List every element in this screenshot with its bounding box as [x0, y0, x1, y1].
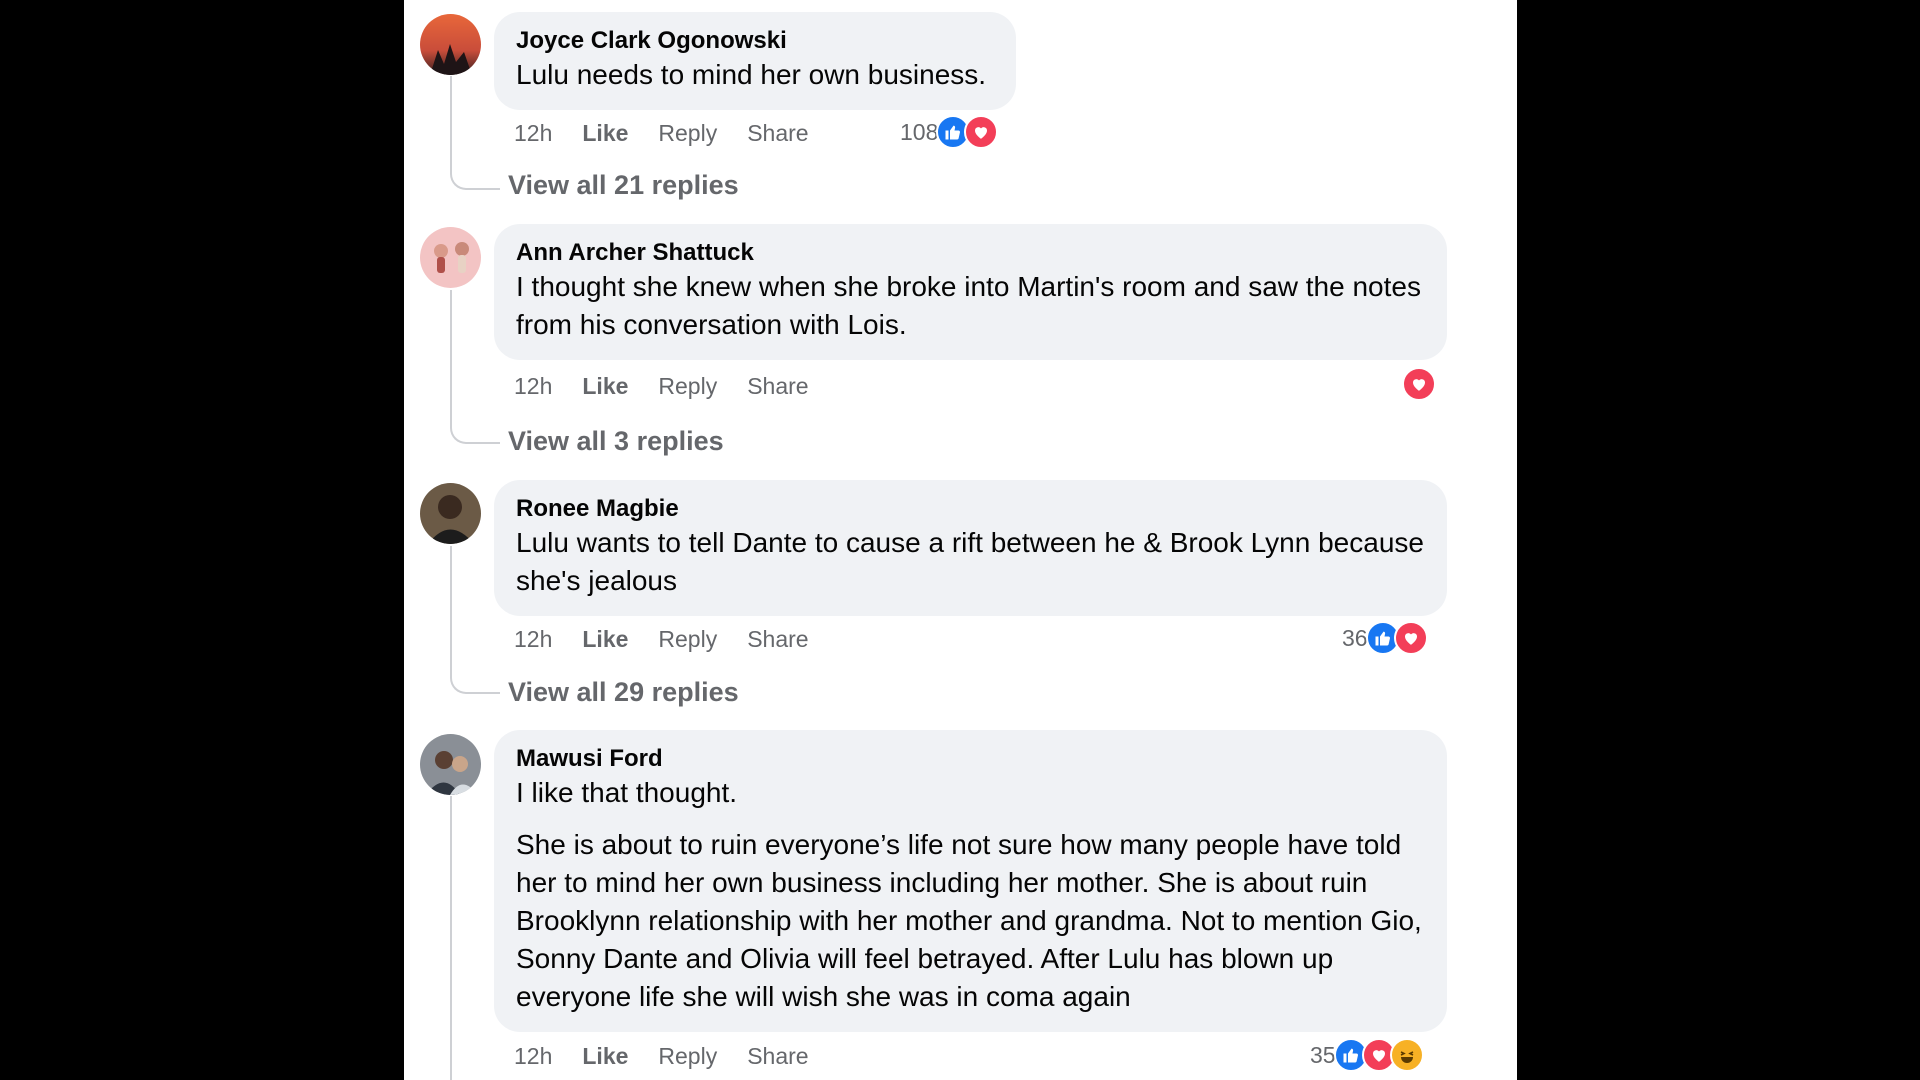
share-button[interactable]: Share: [747, 373, 808, 400]
thread-line: [450, 546, 452, 656]
like-button[interactable]: Like: [582, 373, 628, 400]
comment-bubble: Ronee Magbie Lulu wants to tell Dante to…: [494, 480, 1447, 616]
view-replies-link[interactable]: View all 29 replies: [508, 675, 739, 709]
reaction-summary[interactable]: 108: [900, 114, 999, 150]
love-icon: [1402, 367, 1436, 401]
comment-author[interactable]: Joyce Clark Ogonowski: [516, 26, 994, 56]
reaction-summary[interactable]: 36: [1342, 620, 1428, 656]
comment-bubble: Ann Archer Shattuck I thought she knew w…: [494, 224, 1447, 360]
love-icon: [1393, 621, 1428, 655]
comment-actions: 12h Like Reply Share: [514, 622, 839, 656]
thread-connector: [450, 650, 500, 694]
view-replies-link[interactable]: View all 21 replies: [508, 168, 739, 202]
share-button[interactable]: Share: [747, 1043, 808, 1070]
reaction-count: 108: [900, 118, 939, 145]
comment-text: Lulu needs to mind her own business.: [516, 59, 987, 90]
comment-actions: 12h Like Reply Share: [514, 1039, 839, 1073]
share-button[interactable]: Share: [747, 626, 808, 653]
comment-time[interactable]: 12h: [514, 626, 552, 653]
reaction-count: 35: [1310, 1041, 1336, 1068]
comment-actions: 12h Like Reply Share: [514, 369, 839, 403]
comment-time[interactable]: 12h: [514, 1043, 552, 1070]
comment-author[interactable]: Ronee Magbie: [516, 494, 1425, 524]
thread-line: [450, 290, 452, 410]
love-icon: [964, 115, 999, 149]
comments-panel: Joyce Clark Ogonowski Lulu needs to mind…: [404, 0, 1517, 1080]
thread-line: [450, 796, 452, 1080]
reply-button[interactable]: Reply: [658, 120, 717, 147]
comment-bubble: Joyce Clark Ogonowski Lulu needs to mind…: [494, 12, 1016, 110]
reply-button[interactable]: Reply: [658, 373, 717, 400]
comment-author[interactable]: Ann Archer Shattuck: [516, 238, 1425, 268]
comment-actions: 12h Like Reply Share: [514, 116, 839, 150]
comment-text: Lulu wants to tell Dante to cause a rift…: [516, 527, 1424, 596]
thread-connector: [450, 150, 500, 190]
avatar-sunset-image: [420, 14, 481, 75]
reaction-summary[interactable]: 35: [1310, 1037, 1424, 1073]
like-button[interactable]: Like: [582, 626, 628, 653]
comment-author[interactable]: Mawusi Ford: [516, 744, 1425, 774]
avatar[interactable]: [420, 14, 481, 75]
avatar[interactable]: [420, 734, 481, 795]
haha-icon: [1389, 1038, 1424, 1072]
comment-text: She is about to ruin everyone’s life not…: [516, 829, 1422, 1012]
share-button[interactable]: Share: [747, 120, 808, 147]
avatar-image: [420, 483, 481, 544]
comment-bubble: Mawusi Ford I like that thought. She is …: [494, 730, 1447, 1032]
thread-connector: [450, 404, 500, 444]
avatar[interactable]: [420, 483, 481, 544]
view-replies-link[interactable]: View all 3 replies: [508, 424, 724, 458]
avatar-image: [420, 734, 481, 795]
comment-time[interactable]: 12h: [514, 373, 552, 400]
like-button[interactable]: Like: [582, 1043, 628, 1070]
comment-text: I thought she knew when she broke into M…: [516, 271, 1421, 340]
thread-line: [450, 76, 452, 156]
avatar-image: [420, 227, 481, 288]
like-button[interactable]: Like: [582, 120, 628, 147]
reaction-summary[interactable]: [1402, 366, 1436, 402]
comment-text: I like that thought.: [516, 777, 738, 808]
avatar[interactable]: [420, 227, 481, 288]
reply-button[interactable]: Reply: [658, 1043, 717, 1070]
comment-time[interactable]: 12h: [514, 120, 552, 147]
reply-button[interactable]: Reply: [658, 626, 717, 653]
reaction-count: 36: [1342, 624, 1368, 651]
